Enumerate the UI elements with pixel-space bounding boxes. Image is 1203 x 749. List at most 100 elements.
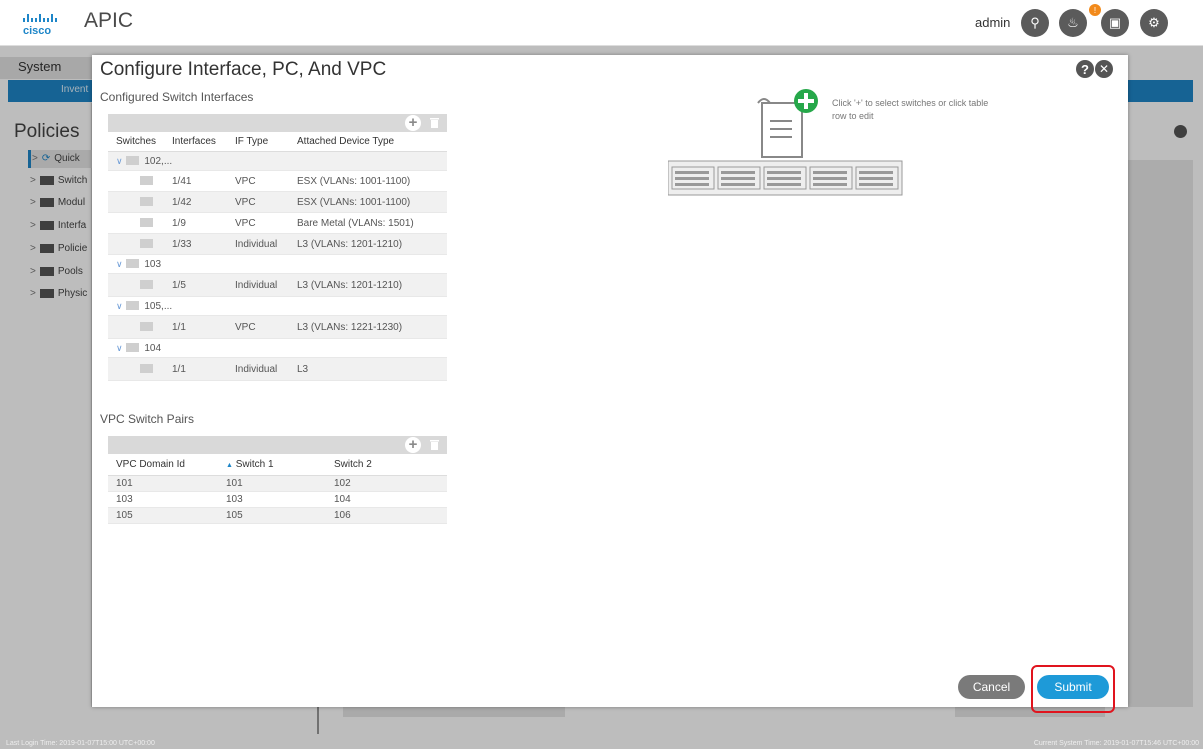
interface-cell: 1/1 <box>172 363 186 375</box>
delete-icon[interactable] <box>430 439 439 450</box>
folder-icon <box>140 321 153 332</box>
alerts-badge: ! <box>1089 4 1101 16</box>
vpc-pairs-label: VPC Switch Pairs <box>100 412 195 426</box>
configured-interfaces-table: + Switches Interfaces IF Type Attached D… <box>108 114 447 381</box>
add-switches-icon[interactable] <box>794 89 818 113</box>
cancel-button[interactable]: Cancel <box>958 675 1025 699</box>
if-type-cell: VPC <box>235 321 256 333</box>
if-type-cell: Individual <box>235 279 278 291</box>
chevron-down-icon[interactable]: ∨ <box>116 343 123 353</box>
folder-icon <box>125 300 139 311</box>
user-name[interactable]: admin <box>975 15 1010 30</box>
settings-gear-icon[interactable]: ⚙ <box>1140 9 1168 37</box>
column-header-if-type[interactable]: IF Type <box>235 136 297 147</box>
table-row[interactable]: 1/42 VPC ESX (VLANs: 1001-1100) <box>108 192 447 213</box>
table-row[interactable]: 1/9 VPC Bare Metal (VLANs: 1501) <box>108 213 447 234</box>
device-type-cell: Bare Metal (VLANs: 1501) <box>297 217 414 229</box>
chevron-down-icon[interactable]: ∨ <box>116 259 123 269</box>
switch-2-cell: 104 <box>334 494 351 505</box>
table-row[interactable]: 103 103 104 <box>108 492 447 508</box>
folder-icon <box>140 363 153 374</box>
switch-group-label: 104 <box>144 342 162 354</box>
submit-highlight-annotation <box>1031 665 1115 713</box>
if-type-cell: Individual <box>235 238 278 250</box>
switch-group-label: 103 <box>144 258 162 270</box>
table-row[interactable]: 1/41 VPC ESX (VLANs: 1001-1100) <box>108 171 447 192</box>
chevron-down-icon[interactable]: ∨ <box>116 301 123 311</box>
table-row[interactable]: 1/5 Individual L3 (VLANs: 1201-1210) <box>108 274 447 297</box>
table-toolbar: + <box>108 436 447 454</box>
interface-cell: 1/33 <box>172 238 192 250</box>
switch-1-cell: 103 <box>226 494 243 505</box>
close-icon[interactable]: ✕ <box>1095 60 1113 78</box>
vpc-domain-cell: 101 <box>116 478 133 489</box>
table-toolbar: + <box>108 114 447 132</box>
switch-group-label: 105,... <box>144 300 173 312</box>
folder-icon <box>140 217 153 228</box>
folder-icon <box>125 155 139 166</box>
if-type-cell: VPC <box>235 217 256 229</box>
current-system-time: Current System Time: 2019-01-07T15:46 UT… <box>1033 740 1199 747</box>
switch-1-cell: 101 <box>226 478 243 489</box>
interface-cell: 1/5 <box>172 279 186 291</box>
interface-cell: 1/42 <box>172 196 192 208</box>
svg-text:cisco: cisco <box>23 25 51 37</box>
interface-cell: 1/41 <box>172 175 192 187</box>
device-type-cell: ESX (VLANs: 1001-1100) <box>297 196 411 208</box>
column-header-vpc-domain-id[interactable]: VPC Domain Id <box>108 459 226 470</box>
device-type-cell: L3 (VLANs: 1201-1210) <box>297 238 403 250</box>
column-header-device-type[interactable]: Attached Device Type <box>297 136 447 147</box>
switch-2-cell: 102 <box>334 478 351 489</box>
delete-icon[interactable] <box>430 117 439 128</box>
configure-interface-dialog: Configure Interface, PC, And VPC ? ✕ Con… <box>92 55 1128 707</box>
table-row[interactable]: 101 101 102 <box>108 476 447 492</box>
table-header: VPC Domain Id ▲ Switch 1 Switch 2 <box>108 454 447 476</box>
table-row[interactable]: 1/33 Individual L3 (VLANs: 1201-1210) <box>108 234 447 255</box>
device-type-cell: ESX (VLANs: 1001-1100) <box>297 175 411 187</box>
switch-group-label: 102,... <box>144 155 173 167</box>
column-header-interfaces[interactable]: Interfaces <box>172 136 235 147</box>
folder-icon <box>125 258 139 269</box>
if-type-cell: VPC <box>235 196 256 208</box>
vpc-pairs-table: + VPC Domain Id ▲ Switch 1 Switch 2 101 … <box>108 436 447 524</box>
sort-ascending-icon: ▲ <box>226 462 233 469</box>
search-icon[interactable]: ⚲ <box>1021 9 1049 37</box>
top-bar: cisco APIC admin ⚲ ♨ ! ▣ ⚙ <box>0 0 1203 46</box>
alerts-icon[interactable]: ♨ <box>1059 9 1087 37</box>
feedback-icon[interactable]: ▣ <box>1101 9 1129 37</box>
help-icon[interactable]: ? <box>1076 60 1094 78</box>
last-login-time: Last Login Time: 2019-01-07T15:00 UTC+00… <box>6 740 155 747</box>
chevron-down-icon[interactable]: ∨ <box>116 156 123 166</box>
add-vpc-pair-button[interactable]: + <box>405 437 421 453</box>
table-row[interactable]: 1/1 VPC L3 (VLANs: 1221-1230) <box>108 316 447 339</box>
folder-icon <box>140 238 153 249</box>
table-row[interactable]: 1/1 Individual L3 <box>108 358 447 381</box>
column-header-switch-1[interactable]: ▲ Switch 1 <box>226 459 334 470</box>
table-row[interactable]: 105 105 106 <box>108 508 447 524</box>
column-header-label: Switch 1 <box>235 459 274 470</box>
vpc-domain-cell: 103 <box>116 494 133 505</box>
device-type-cell: L3 (VLANs: 1201-1210) <box>297 279 403 291</box>
folder-icon <box>140 279 153 290</box>
switch-2-cell: 106 <box>334 510 351 521</box>
device-type-cell: L3 <box>297 363 309 375</box>
table-row-group[interactable]: ∨ 102,... <box>108 152 447 171</box>
if-type-cell: VPC <box>235 175 256 187</box>
column-header-switches[interactable]: Switches <box>108 136 172 147</box>
column-header-switch-2[interactable]: Switch 2 <box>334 459 444 470</box>
cisco-logo: cisco <box>23 14 57 37</box>
add-interface-button[interactable]: + <box>405 115 421 131</box>
folder-icon <box>125 342 139 353</box>
interface-cell: 1/1 <box>172 321 186 333</box>
table-row-group[interactable]: ∨ 105,... <box>108 297 447 316</box>
table-row-group[interactable]: ∨ 104 <box>108 339 447 358</box>
dialog-title: Configure Interface, PC, And VPC <box>100 59 387 80</box>
configured-interfaces-label: Configured Switch Interfaces <box>100 90 254 104</box>
table-header: Switches Interfaces IF Type Attached Dev… <box>108 132 447 152</box>
switch-1-cell: 105 <box>226 510 243 521</box>
vpc-domain-cell: 105 <box>116 510 133 521</box>
table-row-group[interactable]: ∨ 103 <box>108 255 447 274</box>
hint-text: Click '+' to select switches or click ta… <box>832 98 989 121</box>
folder-icon <box>140 175 153 186</box>
if-type-cell: Individual <box>235 363 278 375</box>
